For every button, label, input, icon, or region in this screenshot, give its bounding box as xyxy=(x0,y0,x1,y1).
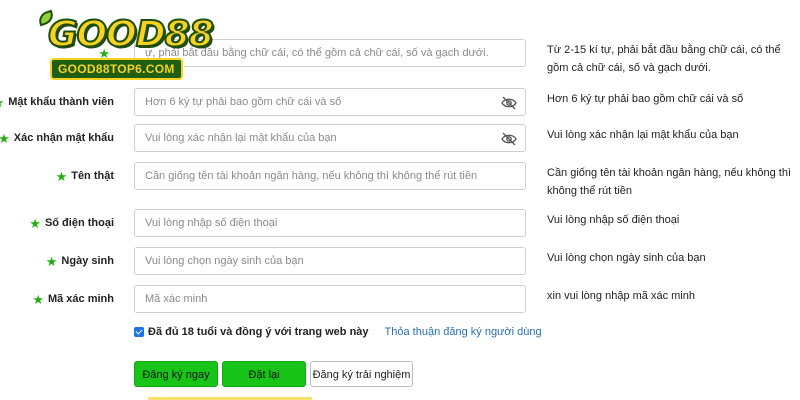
field-label-confirm: ★ Xác nhận mật khẩu xyxy=(0,124,114,152)
field-label-phone: ★ Số điện thoại xyxy=(29,209,114,237)
placeholder-text: Vui lòng xác nhận lại mật khẩu của bạn xyxy=(145,132,337,144)
field-hint-confirm: Vui lòng xác nhận lại mật khẩu của bạn xyxy=(547,129,739,141)
reset-button[interactable]: Đặt lại xyxy=(222,361,306,387)
label-text: Số điện thoại xyxy=(44,217,114,229)
field-label-captcha: ★ Mã xác minh xyxy=(32,285,114,313)
logo-wordmark: GOOD88 xyxy=(47,13,215,56)
star-icon: ★ xyxy=(32,291,44,307)
star-icon: ★ xyxy=(29,215,41,231)
field-hint-phone: Vui lòng nhập số điện thoại xyxy=(547,214,680,226)
confirm-password-input[interactable]: Vui lòng xác nhận lại mật khẩu của bạn xyxy=(134,124,526,152)
field-hint-realname: Cần giống tên tài khoản ngân hàng, nếu k… xyxy=(547,167,792,197)
label-text: Ngày sinh xyxy=(61,255,114,267)
register-button[interactable]: Đăng ký ngay xyxy=(134,361,218,387)
placeholder-text: Cần giống tên tài khoản ngân hàng, nếu k… xyxy=(145,170,478,182)
agreement-row: Đã đủ 18 tuổi và đồng ý với trang web nà… xyxy=(134,326,542,338)
agreement-checkbox[interactable] xyxy=(134,327,144,337)
label-text: Mã xác minh xyxy=(47,293,114,305)
logo-domain: GOOD88TOP6.COM xyxy=(50,58,183,80)
brand-logo[interactable]: GOOD88 GOOD88TOP6.COM xyxy=(36,9,215,82)
field-label-password: ★ Mật khẩu thành viên xyxy=(0,88,114,116)
star-icon: ★ xyxy=(0,96,4,109)
label-text: Mật khẩu thành viên xyxy=(8,96,114,108)
placeholder-text: Vui lòng nhập số điện thoại xyxy=(145,217,278,229)
realname-input[interactable]: Cần giống tên tài khoản ngân hàng, nếu k… xyxy=(134,162,526,190)
star-icon: ★ xyxy=(45,253,58,269)
eye-slash-icon[interactable] xyxy=(501,96,517,110)
eye-slash-icon[interactable] xyxy=(501,132,517,146)
field-hint-password: Hơn 6 ký tự phải bao gồm chữ cái và số xyxy=(547,93,744,105)
agreement-text: Đã đủ 18 tuổi và đồng ý với trang web nà… xyxy=(148,326,369,338)
field-hint-username: Từ 2-15 kí tự, phải bắt đầu bằng chữ cái… xyxy=(547,44,781,74)
placeholder-text: Vui lòng chọn ngày sinh của bạn xyxy=(145,255,304,267)
placeholder-text: Hơn 6 ký tự phải bao gồm chữ cái và số xyxy=(145,96,342,108)
user-agreement-link[interactable]: Thỏa thuận đăng ký người dùng xyxy=(385,326,542,338)
field-hint-birthday: Vui lòng chọn ngày sinh của bạn xyxy=(547,252,706,264)
field-label-realname: ★ Tên thật xyxy=(56,162,114,190)
label-text: Xác nhận mật khẩu xyxy=(13,132,114,144)
field-label-birthday: ★ Ngày sinh xyxy=(46,247,114,275)
field-hint-captcha: xin vui lòng nhập mã xác minh xyxy=(547,290,695,302)
star-icon: ★ xyxy=(0,130,10,146)
captcha-input[interactable]: Mã xác minh xyxy=(134,285,526,313)
label-text: Tên thật xyxy=(71,170,114,182)
trial-register-button[interactable]: Đăng ký trải nghiệm xyxy=(310,361,413,387)
birthday-input[interactable]: Vui lòng chọn ngày sinh của bạn xyxy=(134,247,526,275)
star-icon: ★ xyxy=(55,168,68,184)
placeholder-text: Mã xác minh xyxy=(145,293,208,305)
phone-input[interactable]: Vui lòng nhập số điện thoại xyxy=(134,209,526,237)
password-input[interactable]: Hơn 6 ký tự phải bao gồm chữ cái và số xyxy=(134,88,526,116)
